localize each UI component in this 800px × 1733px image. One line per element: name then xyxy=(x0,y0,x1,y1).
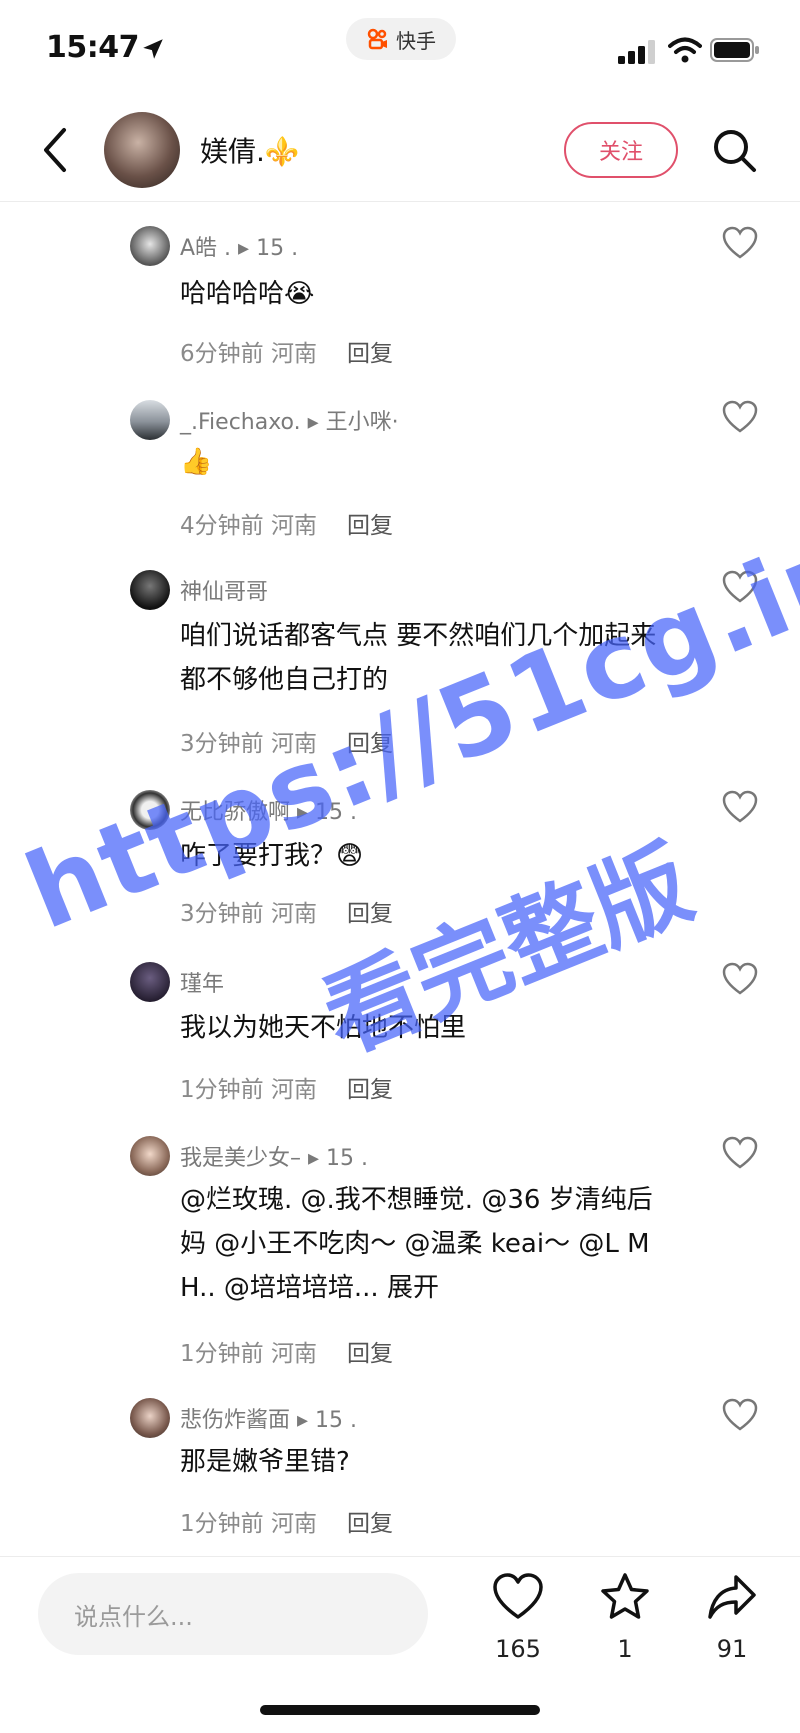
comment-text: 我以为她天不怕地不怕里 xyxy=(180,1013,467,1043)
share-button[interactable]: 91 xyxy=(692,1571,772,1681)
like-count: 165 xyxy=(495,1635,541,1663)
comment-author[interactable]: 我是美少女– xyxy=(180,1146,301,1171)
heart-icon[interactable] xyxy=(722,790,758,824)
comment-author[interactable]: A皓 . xyxy=(180,236,231,261)
heart-icon xyxy=(493,1573,543,1619)
comment-avatar[interactable] xyxy=(130,962,170,1002)
comment-location: 河南 xyxy=(270,1511,317,1537)
comment-meta: 瑾年 xyxy=(180,966,224,998)
heart-icon[interactable] xyxy=(722,962,758,996)
comment-location: 河南 xyxy=(270,1077,317,1103)
comment-meta: _.Fiechaxo. ▸ 王小咪· xyxy=(180,404,399,436)
comment-meta: 无比骄傲啊 ▸ 15 . xyxy=(180,794,357,826)
heart-icon[interactable] xyxy=(722,1136,758,1170)
status-time: 15:47 xyxy=(46,30,140,65)
header-user-name[interactable]: 媄倩.⚜️ xyxy=(200,130,300,170)
comment-time: 1分钟前 xyxy=(180,1511,264,1537)
like-button[interactable]: 165 xyxy=(478,1571,558,1681)
share-icon xyxy=(708,1575,756,1619)
comment-text: 👍 xyxy=(180,447,213,477)
comment-avatar[interactable] xyxy=(130,1398,170,1438)
battery-icon xyxy=(710,38,759,62)
search-icon[interactable] xyxy=(710,126,760,176)
kuaishou-logo-icon xyxy=(367,28,387,50)
heart-icon[interactable] xyxy=(722,400,758,434)
comment-location: 河南 xyxy=(270,731,317,757)
location-arrow-icon xyxy=(143,39,163,59)
comment-footer: 6分钟前 河南 回复 xyxy=(180,334,393,368)
comment-location: 河南 xyxy=(270,513,317,539)
comment-text: @烂玫瑰. @.我不想睡觉. @36 岁清纯后妈 @小王不吃肉～ @温柔 kea… xyxy=(180,1185,653,1303)
comment-avatar[interactable] xyxy=(130,226,170,266)
comment-time: 1分钟前 xyxy=(180,1341,264,1367)
reply-button[interactable]: 回复 xyxy=(347,1341,393,1367)
comment-meta: 悲伤炸酱面 ▸ 15 . xyxy=(180,1402,357,1434)
app-name: 快手 xyxy=(396,28,436,53)
status-bar: 15:47 快手 xyxy=(0,0,800,100)
comment-time: 6分钟前 xyxy=(180,341,264,367)
comment-footer: 4分钟前 河南 回复 xyxy=(180,506,393,540)
reply-button[interactable]: 回复 xyxy=(347,1511,393,1537)
comment-footer: 1分钟前 河南 回复 xyxy=(180,1070,393,1104)
home-indicator[interactable] xyxy=(260,1705,540,1715)
comment-avatar[interactable] xyxy=(130,1136,170,1176)
comment-author[interactable]: _.Fiechaxo. xyxy=(180,410,301,435)
comment-meta: A皓 . ▸ 15 . xyxy=(180,230,298,262)
comment-footer: 1分钟前 河南 回复 xyxy=(180,1334,393,1368)
comment-text: 那是嫩爷里错? xyxy=(180,1447,350,1477)
comment-text: 哈哈哈哈😭 xyxy=(180,279,315,309)
header-avatar[interactable] xyxy=(104,112,180,188)
comment-avatar[interactable] xyxy=(130,570,170,610)
comment-text: 咱们说话都客气点 要不然咱们几个加起来都不够他自己打的 xyxy=(180,621,657,695)
comment-meta-extra: ▸ 15 . xyxy=(238,236,299,261)
bottom-action-bar: 说点什么... 165 1 91 xyxy=(0,1556,800,1733)
comment-time: 4分钟前 xyxy=(180,513,264,539)
share-count: 91 xyxy=(716,1635,748,1663)
reply-button[interactable]: 回复 xyxy=(347,731,393,757)
comment-author[interactable]: 神仙哥哥 xyxy=(180,580,268,605)
app-indicator-pill[interactable]: 快手 xyxy=(346,18,456,60)
comment-location: 河南 xyxy=(270,901,317,927)
reply-button[interactable]: 回复 xyxy=(347,341,393,367)
comment-input[interactable]: 说点什么... xyxy=(38,1573,428,1655)
comment-time: 3分钟前 xyxy=(180,901,264,927)
comment-avatar[interactable] xyxy=(130,790,170,830)
wifi-icon xyxy=(668,37,702,63)
back-arrow-icon[interactable] xyxy=(36,122,76,178)
comment-location: 河南 xyxy=(270,341,317,367)
follow-button[interactable]: 关注 xyxy=(564,122,678,178)
comment-meta-extra: ▸ 15 . xyxy=(308,1146,369,1171)
comment-footer: 1分钟前 河南 回复 xyxy=(180,1504,393,1538)
heart-icon[interactable] xyxy=(722,226,758,260)
heart-icon[interactable] xyxy=(722,570,758,604)
comment-time: 1分钟前 xyxy=(180,1077,264,1103)
star-icon xyxy=(601,1573,649,1619)
comment-meta-extra: ▸ 王小咪· xyxy=(307,410,399,435)
reply-button[interactable]: 回复 xyxy=(347,513,393,539)
comment-meta-extra: ▸ 15 . xyxy=(297,800,358,825)
comment-author[interactable]: 无比骄傲啊 xyxy=(180,800,290,825)
star-count: 1 xyxy=(617,1635,633,1663)
comment-meta: 神仙哥哥 xyxy=(180,574,268,606)
comment-text: 咋了要打我？😨 xyxy=(180,841,364,871)
reply-button[interactable]: 回复 xyxy=(347,901,393,927)
comment-author[interactable]: 瑾年 xyxy=(180,972,224,997)
comment-time: 3分钟前 xyxy=(180,731,264,757)
signal-icon xyxy=(618,40,655,64)
profile-header: 媄倩.⚜️ 关注 xyxy=(0,100,800,202)
favorite-button[interactable]: 1 xyxy=(585,1571,665,1681)
comment-footer: 3分钟前 河南 回复 xyxy=(180,894,393,928)
comment-location: 河南 xyxy=(270,1341,317,1367)
comment-author[interactable]: 悲伤炸酱面 xyxy=(180,1408,290,1433)
heart-icon[interactable] xyxy=(722,1398,758,1432)
comment-footer: 3分钟前 河南 回复 xyxy=(180,724,393,758)
comment-avatar[interactable] xyxy=(130,400,170,440)
reply-button[interactable]: 回复 xyxy=(347,1077,393,1103)
comment-meta-extra: ▸ 15 . xyxy=(297,1408,358,1433)
comment-meta: 我是美少女– ▸ 15 . xyxy=(180,1140,368,1172)
